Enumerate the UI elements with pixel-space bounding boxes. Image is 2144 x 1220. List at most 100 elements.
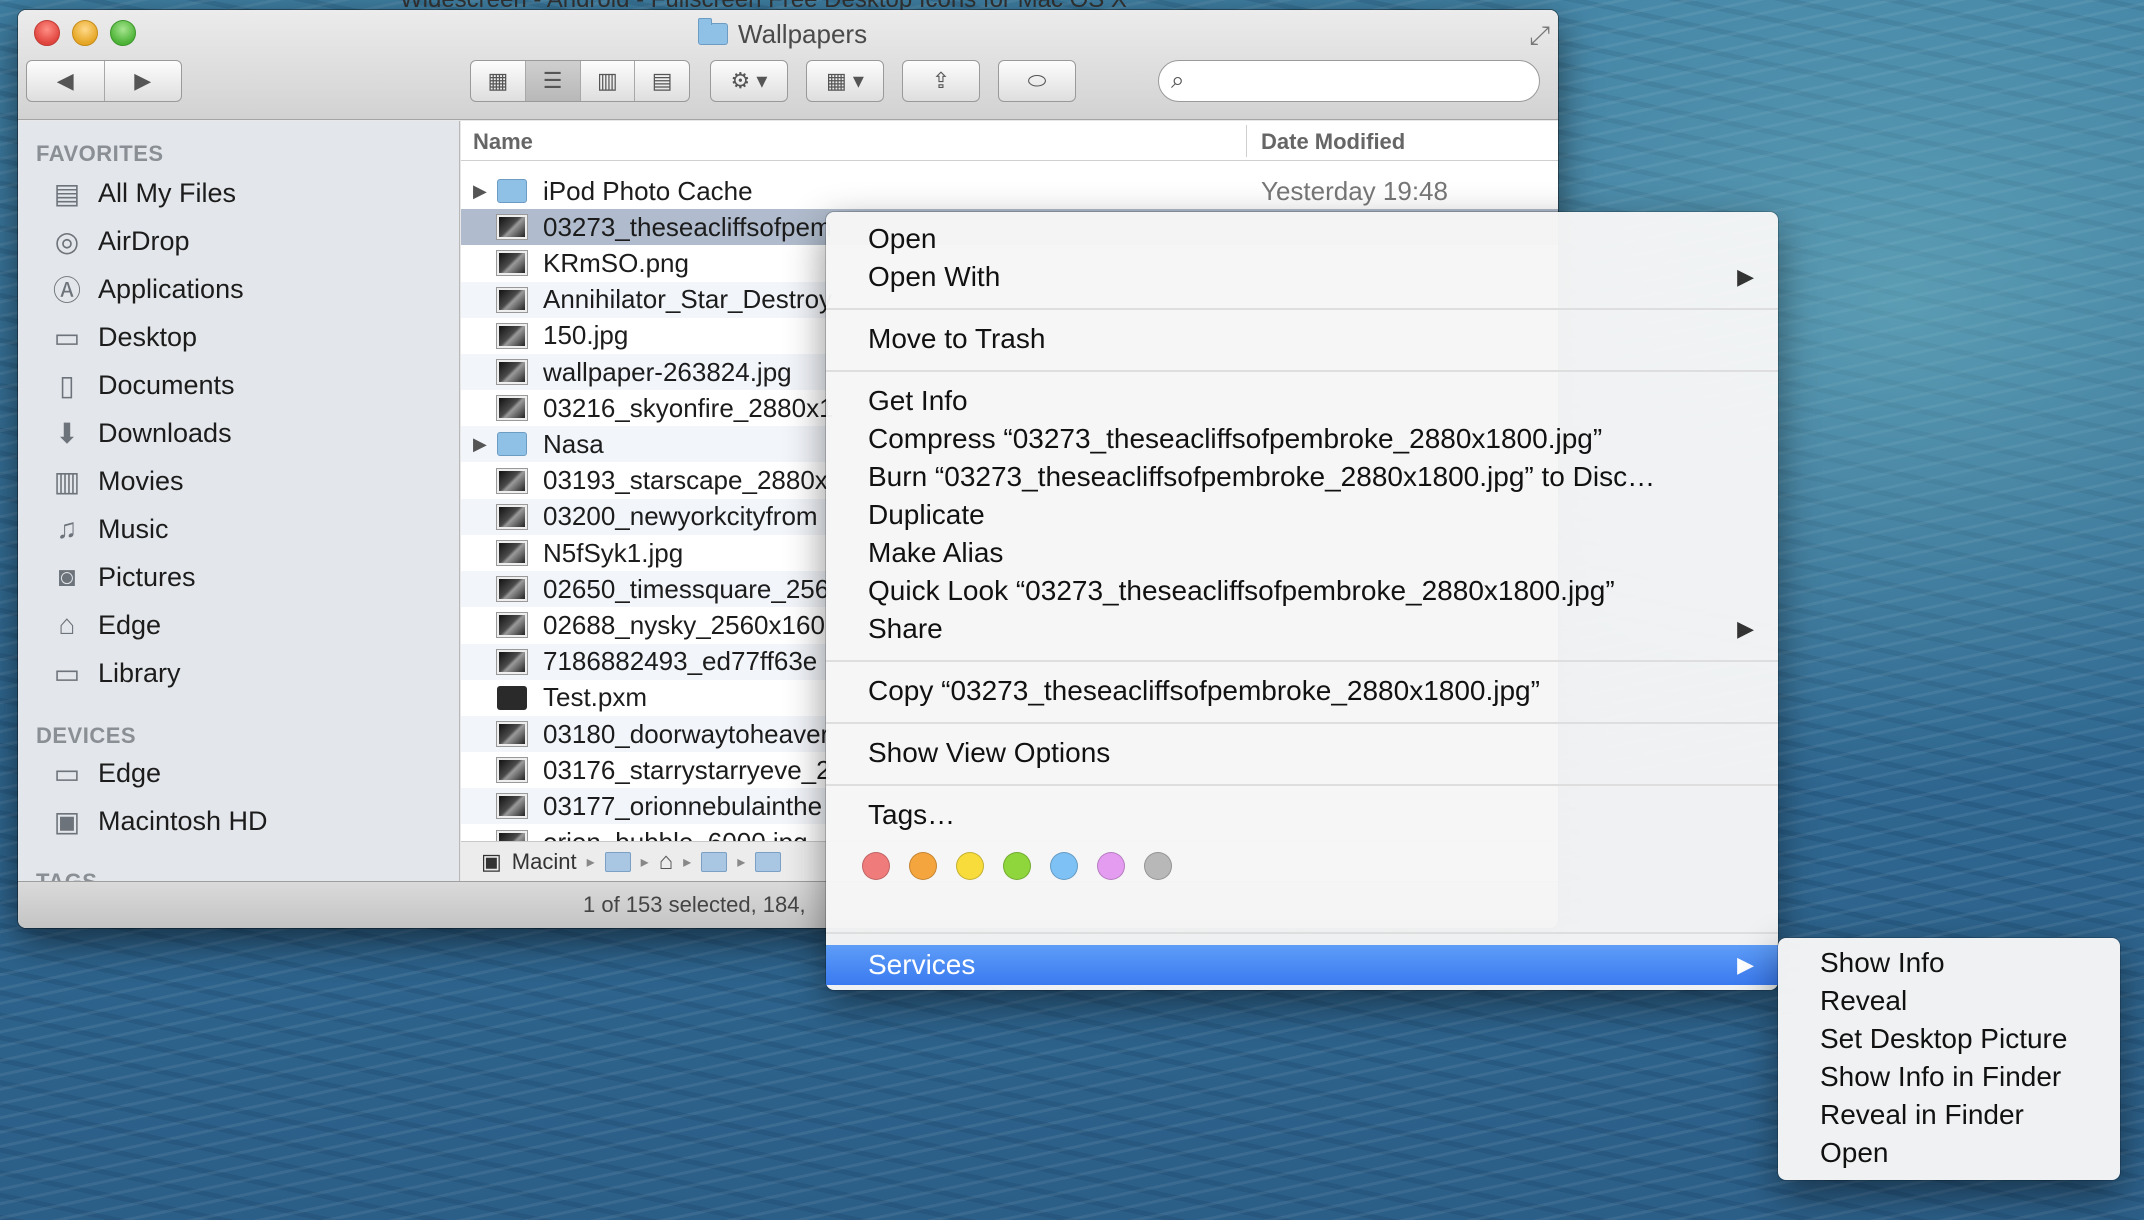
menu-item-tags[interactable]: Tags…: [868, 796, 955, 834]
path-item-macintosh[interactable]: Macint: [512, 849, 577, 875]
action-button[interactable]: ⚙ ▾: [710, 60, 788, 102]
file-thumbnail-icon: [497, 468, 527, 493]
file-thumbnail-icon: [497, 613, 527, 638]
disclosure-triangle-icon[interactable]: ▶: [473, 434, 487, 455]
name-column-header[interactable]: Name: [473, 129, 533, 155]
submenu-item-reveal[interactable]: Reveal: [1820, 982, 1907, 1020]
file-name: 03176_starrystarryeve_2: [543, 754, 831, 785]
menu-item-quick-look[interactable]: Quick Look “03273_theseacliffsofpembroke…: [868, 572, 1615, 610]
tags-button[interactable]: ⬭: [998, 60, 1076, 102]
menu-item-burn[interactable]: Burn “03273_theseacliffsofpembroke_2880x…: [868, 458, 1655, 496]
tag-icon: ⬭: [1027, 68, 1047, 93]
menu-item-show-view-options[interactable]: Show View Options: [868, 734, 1110, 772]
folder-icon: ▭: [53, 657, 81, 689]
sidebar-item-edge[interactable]: ⌂ Edge: [50, 605, 162, 645]
list-view-icon[interactable]: ☰: [525, 61, 581, 101]
file-name: 03273_theseacliffsofpem: [543, 211, 832, 242]
menu-item-services[interactable]: Services: [868, 946, 975, 984]
date-column-header[interactable]: Date Modified: [1261, 129, 1405, 155]
tag-color-dot[interactable]: [862, 852, 890, 880]
menu-item-open-with[interactable]: Open With: [868, 258, 1000, 296]
sidebar-item-macintosh-hd[interactable]: ▣ Macintosh HD: [50, 801, 268, 841]
fullscreen-icon[interactable]: ⤢: [1529, 20, 1550, 52]
folder-icon[interactable]: [701, 851, 728, 872]
submenu-item-show-info-in-finder[interactable]: Show Info in Finder: [1820, 1058, 2061, 1096]
gear-icon: ⚙ ▾: [730, 68, 768, 93]
folder-icon[interactable]: [604, 851, 631, 872]
file-thumbnail-icon: [497, 251, 527, 276]
file-thumbnail-icon: [497, 758, 527, 783]
tag-color-dot[interactable]: [956, 852, 984, 880]
sidebar: FAVORITES ▤ All My Files ◎ AirDrop Ⓐ Applic…: [18, 121, 460, 894]
share-button[interactable]: ⇪: [902, 60, 980, 102]
tag-color-dot[interactable]: [1003, 852, 1031, 880]
menu-item-get-info[interactable]: Get Info: [868, 382, 968, 420]
tag-color-dot[interactable]: [1050, 852, 1078, 880]
file-name: wallpaper-263824.jpg: [543, 356, 792, 387]
folder-icon[interactable]: [755, 851, 782, 872]
arrange-icon: ▦ ▾: [826, 68, 864, 93]
sidebar-item-applications[interactable]: Ⓐ Applications: [50, 269, 244, 309]
back-icon[interactable]: ◀: [27, 61, 105, 101]
submenu-item-set-desktop-picture[interactable]: Set Desktop Picture: [1820, 1020, 2067, 1058]
tag-color-dot[interactable]: [1144, 852, 1172, 880]
submenu-item-open[interactable]: Open: [1820, 1134, 1889, 1172]
file-name: 02650_timessquare_256: [543, 573, 830, 604]
cover-flow-icon[interactable]: ▤: [635, 61, 689, 101]
file-name: 03216_skyonfire_2880x1: [543, 392, 834, 423]
menu-item-move-to-trash[interactable]: Move to Trash: [868, 320, 1045, 358]
favorites-header: FAVORITES: [36, 141, 164, 166]
file-thumbnail-icon: [497, 685, 527, 710]
close-button[interactable]: [34, 20, 60, 46]
submenu-arrow-icon: ▶: [1737, 616, 1754, 641]
sidebar-item-documents[interactable]: ▯ Documents: [50, 365, 234, 405]
toolbar: Wallpapers ⤢ ◀ ▶ ▦ ☰ ▥ ▤ ⚙ ▾ ▦ ▾ ⇪ ⬭ ⌕: [18, 10, 1558, 120]
sidebar-item-desktop[interactable]: ▭ Desktop: [50, 317, 197, 357]
window-title: Wallpapers: [698, 18, 867, 50]
menu-item-open[interactable]: Open: [868, 220, 937, 258]
file-thumbnail-icon: [497, 323, 527, 348]
file-date: Yesterday 19:48: [1261, 175, 1448, 206]
downloads-icon: ⬇: [55, 417, 79, 449]
forward-icon[interactable]: ▶: [105, 61, 182, 101]
sidebar-item-device-edge[interactable]: ▭ Edge: [50, 753, 161, 793]
submenu-item-show-info[interactable]: Show Info: [1820, 944, 1945, 982]
submenu-item-reveal-in-finder[interactable]: Reveal in Finder: [1820, 1096, 2024, 1134]
home-icon: ⌂: [58, 609, 76, 640]
sidebar-item-pictures[interactable]: ◙ Pictures: [50, 557, 196, 597]
menu-item-make-alias[interactable]: Make Alias: [868, 534, 1003, 572]
file-name: KRmSO.png: [543, 247, 689, 278]
movies-icon: ▥: [53, 465, 81, 497]
sidebar-item-airdrop[interactable]: ◎ AirDrop: [50, 221, 190, 261]
table-row[interactable]: ▶ iPod Photo Cache Yesterday 19:48: [461, 173, 1558, 209]
folder-icon: [497, 179, 527, 203]
tag-color-dot[interactable]: [909, 852, 937, 880]
file-name: N5fSyk1.jpg: [543, 537, 684, 568]
search-field[interactable]: ⌕: [1158, 60, 1540, 102]
view-mode-control: ▦ ☰ ▥ ▤: [470, 60, 690, 102]
zoom-button[interactable]: [110, 20, 136, 46]
sidebar-item-downloads[interactable]: ⬇ Downloads: [50, 413, 231, 453]
arrange-button[interactable]: ▦ ▾: [806, 60, 884, 102]
documents-icon: ▯: [59, 369, 75, 401]
menu-item-compress[interactable]: Compress “03273_theseacliffsofpembroke_2…: [868, 420, 1602, 458]
file-name: 7186882493_ed77ff63e: [543, 646, 818, 677]
file-name: 150.jpg: [543, 320, 629, 351]
menu-item-duplicate[interactable]: Duplicate: [868, 496, 985, 534]
menu-item-share[interactable]: Share: [868, 610, 943, 648]
column-view-icon[interactable]: ▥: [581, 61, 636, 101]
home-icon[interactable]: ⌂: [659, 848, 674, 876]
disclosure-triangle-icon[interactable]: ▶: [473, 181, 487, 202]
search-input[interactable]: [1192, 68, 1513, 94]
sidebar-item-movies[interactable]: ▥ Movies: [50, 461, 184, 501]
sidebar-item-music[interactable]: ♫ Music: [50, 509, 169, 549]
all-files-icon: ▤: [53, 177, 81, 209]
sidebar-item-library[interactable]: ▭ Library: [50, 653, 181, 693]
icon-view-icon[interactable]: ▦: [471, 61, 526, 101]
sidebar-item-all-my-files[interactable]: ▤ All My Files: [50, 173, 236, 213]
tag-color-dot[interactable]: [1097, 852, 1125, 880]
laptop-icon: ▭: [53, 757, 81, 789]
menu-item-copy[interactable]: Copy “03273_theseacliffsofpembroke_2880x…: [868, 672, 1540, 710]
hard-drive-icon: ▣: [481, 848, 502, 874]
minimize-button[interactable]: [72, 20, 98, 46]
